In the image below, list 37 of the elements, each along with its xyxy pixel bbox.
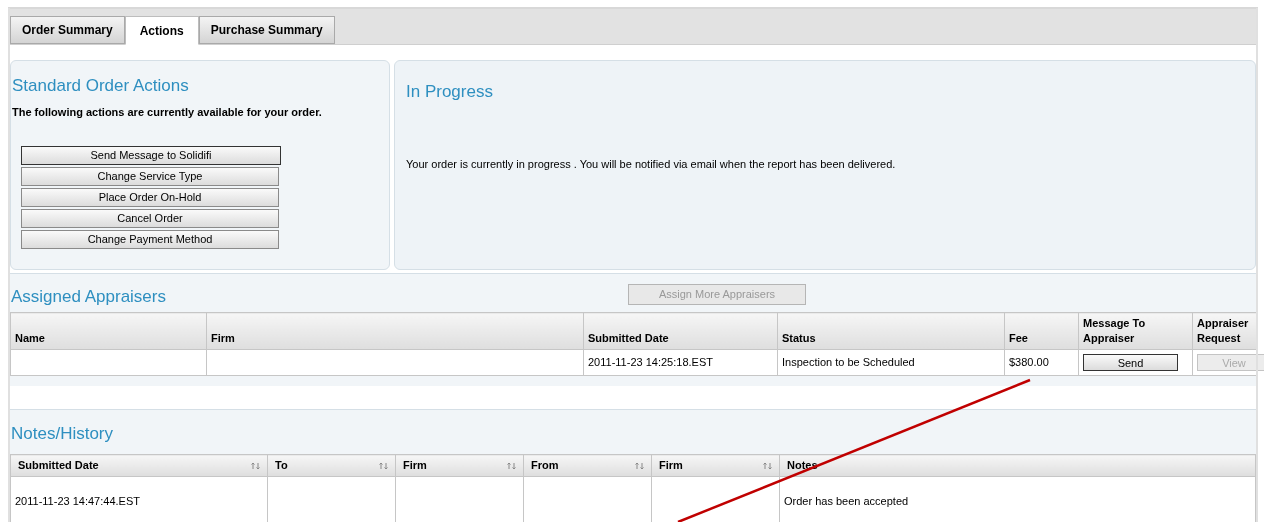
- tab[interactable]: Actions: [124, 16, 199, 45]
- action-button[interactable]: Change Service Type: [21, 166, 279, 186]
- panel-title: Standard Order Actions: [12, 75, 190, 97]
- column-header: From: [531, 458, 559, 474]
- column-header: Submitted Date: [18, 458, 99, 474]
- action-button[interactable]: Cancel Order: [21, 208, 279, 228]
- table-button[interactable]: Send: [1083, 353, 1178, 371]
- status-message: Your order is currently in progress . You will be notified via email when the report has been delivered.: [406, 157, 897, 172]
- column-header: Submitted Date: [583, 312, 778, 350]
- action-button[interactable]: Send Message to Solidifi: [21, 145, 281, 165]
- panel-title: In Progress: [406, 81, 494, 103]
- sort-icon[interactable]: [507, 461, 516, 470]
- sort-icon[interactable]: [635, 461, 644, 470]
- intro-text: The following actions are currently available for your order.: [12, 105, 323, 120]
- column-header: To: [275, 458, 288, 474]
- sort-icon[interactable]: [379, 461, 388, 470]
- sort-icon[interactable]: [251, 461, 260, 470]
- column-header: Firm: [403, 458, 427, 474]
- table-cell: 2011-11-23 14:47:44.EST: [15, 495, 140, 508]
- table-cell: 2011-11-23 14:25:18.EST: [588, 356, 713, 369]
- action-button[interactable]: Change Payment Method: [21, 229, 279, 249]
- tab[interactable]: Purchase Summary: [198, 16, 335, 44]
- section-title: Notes/History: [11, 423, 115, 445]
- column-header: Fee: [1004, 312, 1079, 350]
- sort-icon[interactable]: [763, 461, 772, 470]
- column-header: Status: [777, 312, 1005, 350]
- column-header: Firm: [206, 312, 584, 350]
- column-header: Name: [10, 312, 207, 350]
- table-cell: Order has been accepted: [784, 495, 909, 508]
- action-button[interactable]: Place Order On-Hold: [21, 187, 279, 207]
- table-cell: $380.00: [1009, 356, 1049, 369]
- table-cell: Inspection to be Scheduled: [782, 356, 915, 369]
- column-header: Appraiser Request: [1192, 312, 1257, 350]
- column-header: Message To Appraiser: [1078, 312, 1193, 350]
- column-header: Firm: [659, 458, 683, 474]
- section-title: Assigned Appraisers: [11, 286, 166, 308]
- tab[interactable]: Order Summary: [10, 16, 125, 44]
